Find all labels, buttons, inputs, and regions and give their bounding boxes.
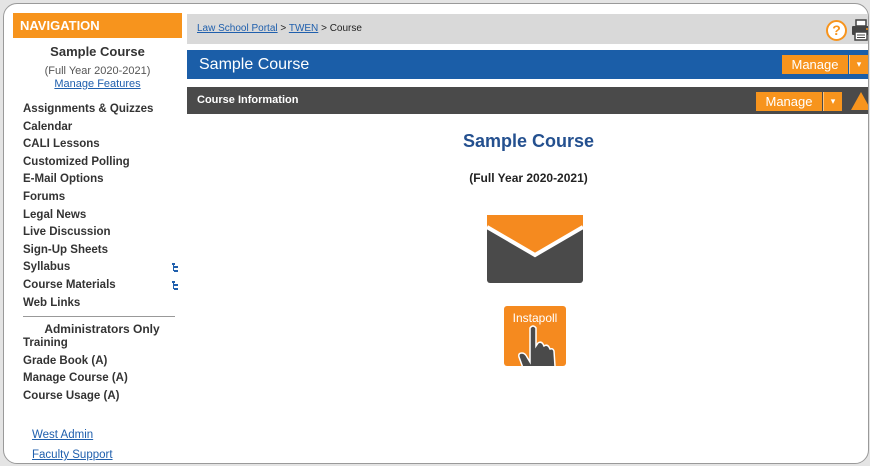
sidebar-nav: Assignments & Quizzes Calendar CALI Less… [23,101,185,312]
sidebar-item-label: Sign-Up Sheets [23,243,108,256]
course-title-bar: Sample Course [187,50,868,79]
sidebar-item-label: Calendar [23,120,73,133]
breadcrumb-separator: > [321,23,327,34]
sidebar-item-label: Course Materials [23,278,116,291]
sidebar-item-course-usage[interactable]: Course Usage (A) [23,388,128,406]
main-course-term: (Full Year 2020-2021) [469,171,588,185]
navigation-header: NAVIGATION [13,13,182,38]
sidebar-item-label: E-Mail Options [23,173,104,186]
sidebar-item-label: Web Links [23,296,81,309]
sidebar-item-email-options[interactable]: E-Mail Options [23,171,185,189]
warning-icon[interactable] [850,91,869,111]
manage-dropdown-caret[interactable]: ▾ [849,55,868,74]
sidebar-item-sign-up-sheets[interactable]: Sign-Up Sheets [23,242,185,260]
breadcrumb-twen[interactable]: TWEN [289,23,318,34]
breadcrumb: Law School Portal > TWEN > Course [197,23,362,34]
manage-features-link[interactable]: Manage Features [13,78,182,90]
admin-nav: Training Grade Book (A) Manage Course (A… [23,335,128,405]
sidebar-item-training[interactable]: Training [23,335,128,353]
mail-icon[interactable] [487,211,583,283]
sidebar-item-customized-polling[interactable]: Customized Polling [23,154,185,172]
course-info-manage-caret[interactable]: ▾ [823,92,842,111]
course-info-manage-button[interactable]: Manage [756,92,822,111]
sidebar-item-label: Legal News [23,208,87,221]
instapoll-label: Instapoll [512,311,558,325]
sidebar-item-label: Assignments & Quizzes [23,103,154,115]
manage-button[interactable]: Manage [782,55,848,74]
sidebar-course-term: (Full Year 2020-2021) [44,65,151,77]
breadcrumb-current: Course [329,23,362,34]
sidebar-item-calendar[interactable]: Calendar [23,119,185,137]
hand-pointer-icon [518,325,556,366]
sidebar-item-label: Live Discussion [23,226,111,239]
admin-section-header: Administrators Only [44,322,160,336]
tree-icon[interactable] [172,263,179,273]
sidebar-item-course-materials[interactable]: Course Materials [23,277,185,295]
sidebar-item-live-discussion[interactable]: Live Discussion [23,224,185,242]
instapoll-button[interactable]: Instapoll [504,306,566,366]
help-icon[interactable]: ? [826,20,847,41]
breadcrumb-law-school-portal[interactable]: Law School Portal [197,23,278,34]
sidebar-item-label: Syllabus [23,261,71,274]
sidebar-item-label: Forums [23,190,66,203]
sidebar-item-forums[interactable]: Forums [23,189,185,207]
sidebar-item-syllabus[interactable]: Syllabus [23,259,185,277]
breadcrumb-separator: > [280,23,287,34]
sidebar-divider [23,316,175,317]
faculty-support-link[interactable]: Faculty Support [32,449,113,461]
sidebar-item-legal-news[interactable]: Legal News [23,207,185,225]
page-frame: NAVIGATION Sample Course (Full Year 2020… [3,3,869,464]
sidebar-item-label: CALI Lessons [23,138,100,151]
tree-icon[interactable] [172,280,179,290]
print-icon[interactable] [851,19,869,41]
sidebar-item-label: Customized Polling [23,155,130,168]
sidebar-item-web-links[interactable]: Web Links [23,295,185,313]
course-title: Sample Course [199,56,310,73]
sidebar-item-grade-book[interactable]: Grade Book (A) [23,353,128,371]
sidebar-course-name: Sample Course [50,44,145,59]
sidebar-item-cali-lessons[interactable]: CALI Lessons [23,136,185,154]
main-course-title: Sample Course [462,131,595,151]
west-admin-link[interactable]: West Admin [32,429,93,441]
course-information-title: Course Information [197,94,299,106]
sidebar-item-manage-course[interactable]: Manage Course (A) [23,370,128,388]
sidebar-item-assignments-quizzes[interactable]: Assignments & Quizzes [23,101,185,119]
breadcrumb-bar: Law School Portal > TWEN > Course [187,14,868,44]
